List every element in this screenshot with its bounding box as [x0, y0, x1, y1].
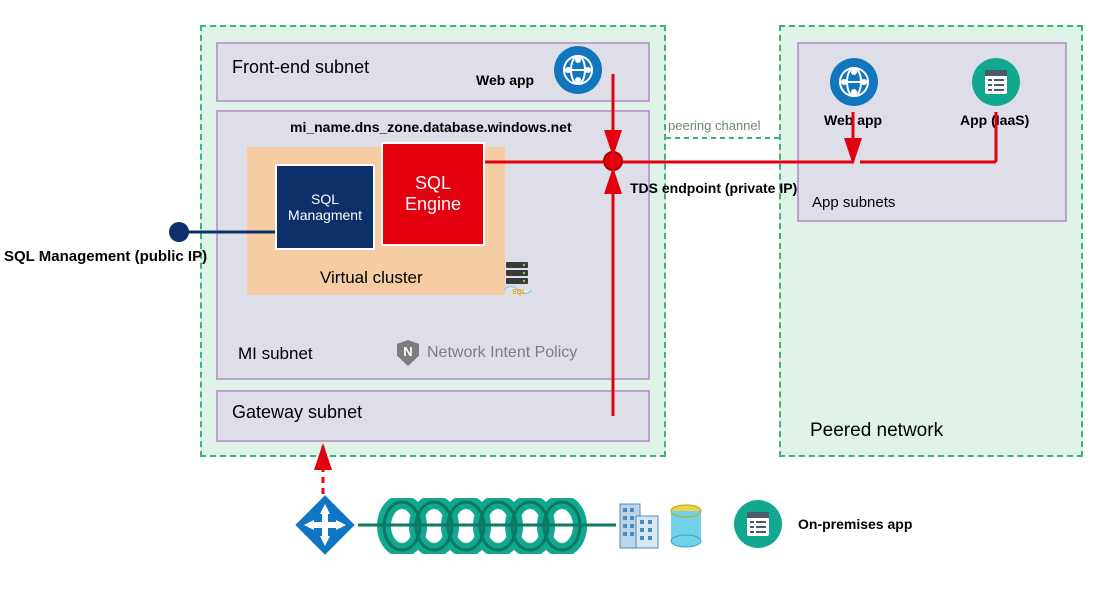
sql-management-box: SQL Managment	[275, 164, 375, 250]
sql-mgmt-public-label: SQL Management (public IP)	[4, 248, 207, 265]
buildings-icon	[614, 494, 664, 557]
tds-endpoint-label: TDS endpoint (private IP)	[630, 180, 797, 196]
sql-engine-box: SQL Engine	[381, 142, 485, 246]
gateway-subnet-label: Gateway subnet	[232, 402, 362, 423]
app-iaas-label: App (IaaS)	[960, 112, 1029, 128]
frontend-subnet-label: Front-end subnet	[232, 57, 369, 78]
virtual-cluster-label: Virtual cluster	[320, 268, 423, 288]
onprem-label: On-premises app	[798, 516, 912, 532]
onprem-app-icon	[734, 500, 782, 548]
webapp-icon-left	[554, 46, 602, 94]
sql-server-icon: SQL	[504, 262, 532, 301]
mi-subnet-label: MI subnet	[238, 344, 313, 364]
gateway-icon	[290, 490, 360, 565]
webapp-icon-right	[830, 58, 878, 106]
peering-channel-label: peering channel	[668, 118, 761, 133]
database-icon	[668, 504, 704, 555]
peered-network-label: Peered network	[810, 420, 943, 442]
svg-text:SQL: SQL	[512, 289, 527, 296]
app-iaas-icon	[972, 58, 1020, 106]
sql-mgmt-endpoint-dot	[169, 222, 189, 242]
webapp-label-right: Web app	[824, 112, 882, 128]
connection-coil-icon	[372, 498, 602, 559]
tds-endpoint-dot	[603, 151, 623, 171]
dns-label: mi_name.dns_zone.database.windows.net	[290, 119, 572, 135]
webapp-label-left: Web app	[476, 72, 534, 88]
app-subnets-label: App subnets	[812, 194, 895, 211]
network-intent-policy-label: Network Intent Policy	[427, 344, 577, 362]
